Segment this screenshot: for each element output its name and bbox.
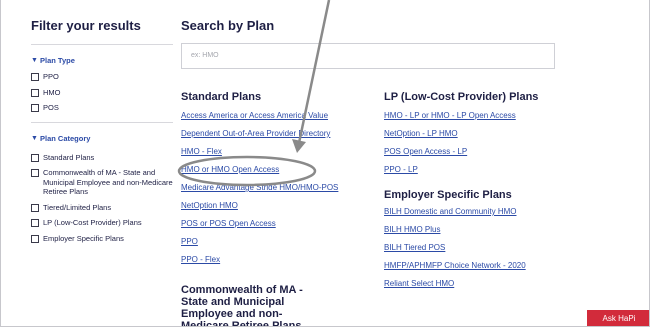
chevron-down-icon: ▼	[31, 56, 38, 64]
plan-link[interactable]: HMFP/APHMFP Choice Network - 2020	[384, 261, 584, 279]
checkbox-hmo[interactable]: HMO	[31, 88, 173, 98]
plan-link[interactable]: POS or POS Open Access	[181, 219, 381, 237]
section-heading-lp: LP (Low-Cost Provider) Plans	[384, 91, 539, 103]
divider	[31, 121, 173, 123]
plan-link[interactable]: NetOption - LP HMO	[384, 129, 584, 147]
filter-group-label: Plan Category	[40, 134, 91, 143]
checkbox-icon[interactable]	[31, 104, 39, 112]
section-heading-commonwealth: Commonwealth of MA - State and Municipal…	[181, 284, 303, 327]
filter-title: Filter your results	[31, 18, 141, 33]
checkbox-icon[interactable]	[31, 219, 39, 227]
plan-link[interactable]: HMO - Flex	[181, 147, 381, 165]
plan-link[interactable]: Dependent Out-of-Area Provider Directory	[181, 129, 381, 147]
plan-link[interactable]: Medicare Advantage Stride HMO/HMO-POS	[181, 183, 381, 201]
checkbox-icon[interactable]	[31, 203, 39, 212]
plan-link[interactable]: BILH HMO Plus	[384, 225, 584, 243]
checkbox-commonwealth[interactable]: Commonwealth of MA - State and Municipal…	[31, 168, 173, 197]
lp-plans-column: LP (Low-Cost Provider) Plans HMO - LP or…	[384, 91, 584, 297]
checkbox-label: PPO	[43, 72, 59, 81]
section-heading-standard: Standard Plans	[181, 91, 262, 103]
standard-plans-column: Standard Plans Access America or Access …	[181, 91, 381, 327]
checkbox-label: Tiered/Limited Plans	[43, 202, 112, 212]
checkbox-icon[interactable]	[31, 169, 39, 177]
ask-hapi-chat-button[interactable]: Ask HaPi	[587, 310, 649, 326]
filter-group-plan-category[interactable]: ▼ Plan Category	[31, 133, 173, 145]
plan-link-hmo-open-access[interactable]: HMO or HMO Open Access	[181, 165, 381, 183]
checkbox-label: Employer Specific Plans	[43, 233, 124, 243]
search-input[interactable]: ex: HMO	[181, 43, 555, 69]
section-heading-employer: Employer Specific Plans	[384, 189, 512, 201]
plan-link[interactable]: NetOption HMO	[181, 201, 381, 219]
plan-link[interactable]: HMO - LP or HMO - LP Open Access	[384, 111, 584, 129]
checkbox-lp-plans[interactable]: LP (Low-Cost Provider) Plans	[31, 218, 173, 228]
filter-group-plan-type[interactable]: ▼ Plan Type	[31, 54, 173, 66]
plan-link[interactable]: POS Open Access - LP	[384, 147, 584, 165]
checkbox-label: Commonwealth of MA - State and Municipal…	[43, 168, 173, 196]
chevron-down-icon: ▼	[31, 135, 38, 142]
divider	[31, 44, 173, 45]
checkbox-icon[interactable]	[31, 153, 39, 162]
checkbox-label: HMO	[43, 87, 61, 97]
plan-link[interactable]: BILH Domestic and Community HMO	[384, 207, 584, 225]
checkbox-standard-plans[interactable]: Standard Plans	[31, 153, 173, 163]
checkbox-icon[interactable]	[31, 234, 39, 243]
plan-link[interactable]: PPO - Flex	[181, 255, 381, 273]
plan-link[interactable]: PPO - LP	[384, 165, 584, 183]
checkbox-icon[interactable]	[31, 73, 39, 81]
plan-link[interactable]: BILH Tiered POS	[384, 243, 584, 261]
checkbox-label: POS	[43, 103, 59, 112]
checkbox-icon[interactable]	[31, 88, 39, 97]
plan-link[interactable]: Reliant Select HMO	[384, 279, 584, 297]
filter-sidebar: Filter your results ▼ Plan Type PPO HMO …	[31, 18, 173, 243]
checkbox-label: LP (Low-Cost Provider) Plans	[43, 218, 142, 227]
checkbox-ppo[interactable]: PPO	[31, 72, 173, 82]
plan-link[interactable]: Access America or Access America Value	[181, 111, 381, 129]
page-frame: Filter your results ▼ Plan Type PPO HMO …	[0, 0, 650, 327]
checkbox-label: Standard Plans	[43, 152, 95, 162]
checkbox-pos[interactable]: POS	[31, 103, 173, 113]
filter-group-label: Plan Type	[40, 55, 75, 65]
checkbox-employer-specific[interactable]: Employer Specific Plans	[31, 234, 173, 244]
page-title: Search by Plan	[181, 18, 275, 33]
checkbox-tiered-limited[interactable]: Tiered/Limited Plans	[31, 203, 173, 213]
search-main: Search by Plan ex: HMO Standard Plans Ac…	[181, 18, 649, 326]
plan-link[interactable]: PPO	[181, 237, 381, 255]
